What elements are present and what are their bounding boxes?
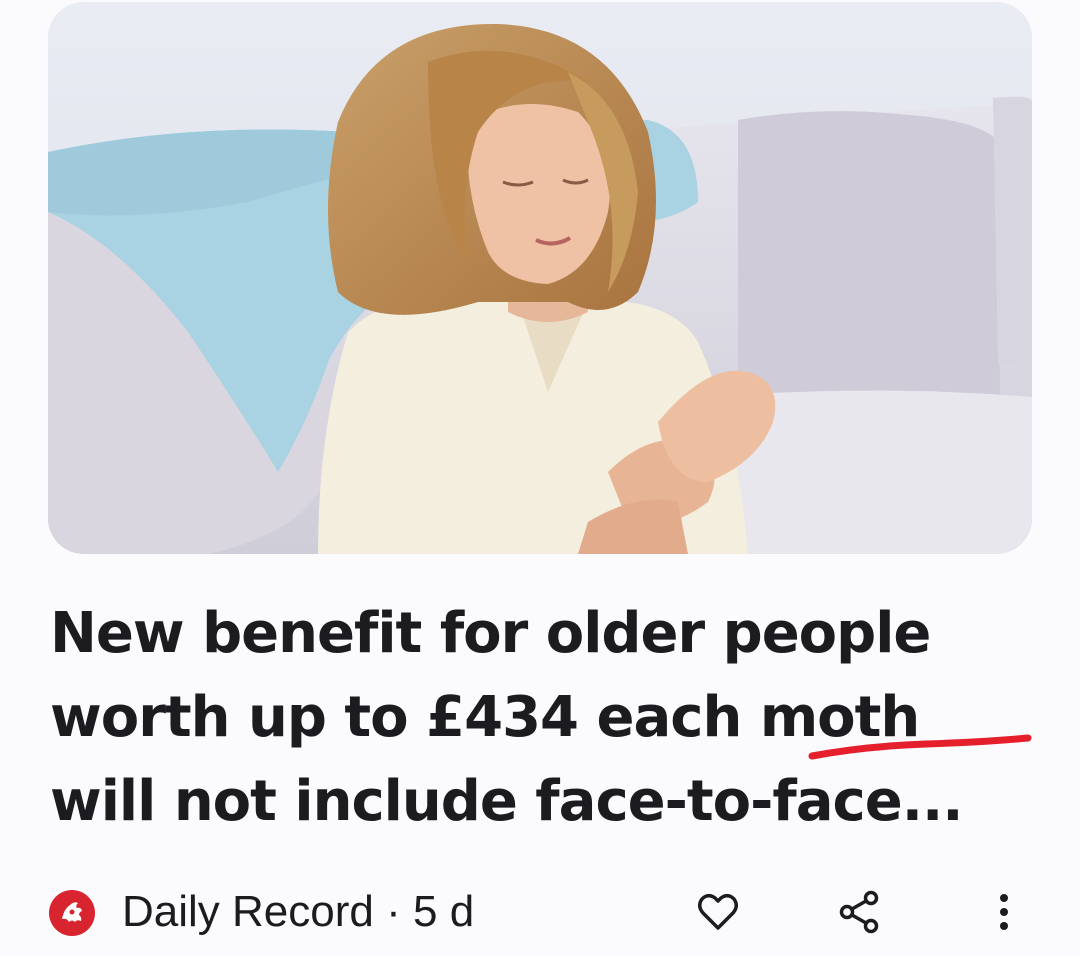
source-name[interactable]: Daily Record xyxy=(122,887,374,936)
meta-separator: · xyxy=(386,887,401,936)
article-headline[interactable]: New benefit for older people worth up to… xyxy=(50,592,1040,844)
article-age: 5 d xyxy=(413,887,475,936)
article-photo xyxy=(48,2,1032,554)
heart-icon xyxy=(698,894,738,930)
news-card[interactable]: New benefit for older people worth up to… xyxy=(0,0,1080,956)
more-options-button[interactable] xyxy=(974,882,1034,942)
like-button[interactable] xyxy=(688,882,748,942)
daily-record-logo-icon xyxy=(49,890,95,936)
headline-line-1: New benefit for older people xyxy=(50,601,931,666)
article-footer: Daily Record · 5 d xyxy=(48,880,1032,940)
share-icon xyxy=(839,890,879,934)
more-vert-icon xyxy=(1000,894,1008,930)
source-meta[interactable]: Daily Record · 5 d xyxy=(122,882,474,942)
headline-line-3: will not include face-to-face... xyxy=(50,769,964,834)
share-button[interactable] xyxy=(830,882,890,942)
headline-line-2: worth up to £434 each moth xyxy=(50,685,920,750)
article-image[interactable] xyxy=(48,2,1032,554)
